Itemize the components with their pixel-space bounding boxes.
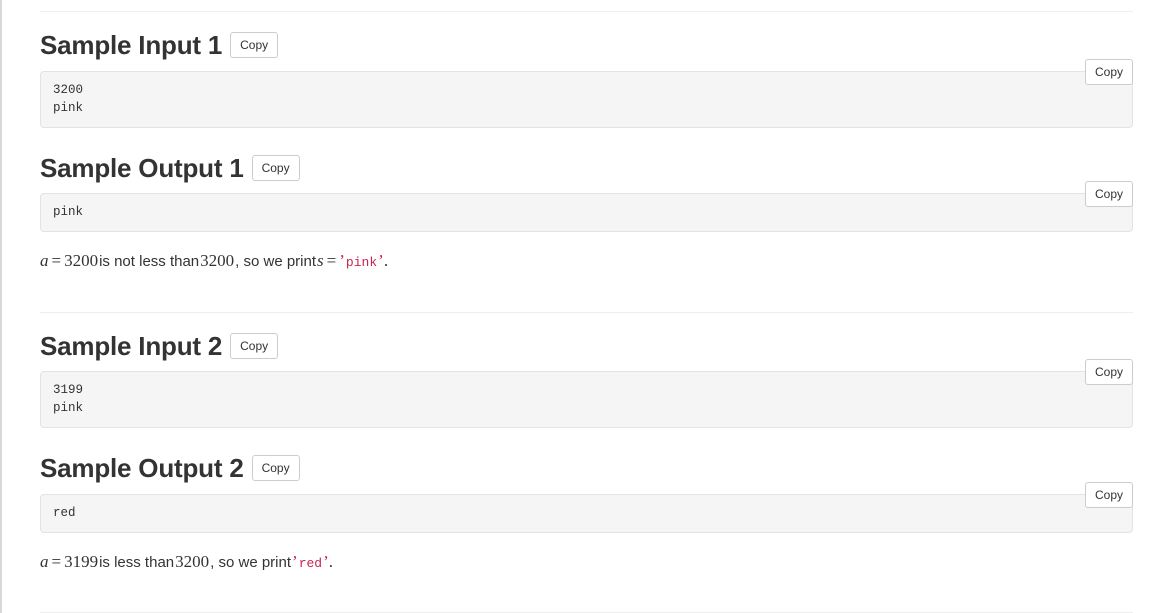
heading-row-sample-output-2: Sample Output 2 Copy — [40, 454, 1133, 483]
quote-open-2: ’ — [292, 551, 298, 571]
code-sample-input-1: 3200 pink — [40, 70, 1133, 128]
explanation-text-tail-1: , so we print — [235, 253, 317, 271]
page-title-sample-output-1: Sample Output 1 — [40, 152, 244, 183]
explanation-sample-output-2: a = 3199is less than3200, so we print’red’… — [40, 533, 1133, 572]
problem-samples-content: Sample Input 1 Copy Copy 3200 pink Sampl… — [40, 0, 1133, 613]
explanation-sample-output-1: a = 3200is not less than3200, so we prints… — [40, 232, 1133, 271]
copy-button-sample-output-2[interactable]: Copy — [251, 455, 300, 482]
math-var-s-1: s — [317, 251, 324, 271]
section-sample-input-2: Sample Input 2 Copy Copy 3199 pink — [40, 313, 1133, 429]
period-2: . — [328, 551, 334, 571]
section-sample-input-1: Sample Input 1 Copy Copy 3200 pink — [40, 12, 1133, 128]
code-block-wrap-sample-output-2: Copy red — [40, 481, 1133, 533]
heading-row-sample-output-1: Sample Output 1 Copy — [40, 152, 1133, 183]
math-value-a-2: 3199 — [64, 551, 99, 571]
section-sample-output-2: Sample Output 2 Copy Copy red a = 3199is l… — [40, 428, 1133, 572]
code-literal-2: red — [298, 555, 323, 571]
math-equals-2: = — [51, 551, 62, 571]
code-block-wrap-sample-output-1: Copy pink — [40, 181, 1133, 233]
code-block-wrap-sample-input-2: Copy 3199 pink — [40, 359, 1133, 429]
math-threshold-2: 3200 — [175, 551, 210, 571]
heading-row-sample-input-2: Sample Input 2 Copy — [40, 330, 1133, 361]
code-block-wrap-sample-input-1: Copy 3200 pink — [40, 58, 1133, 128]
math-var-a-2: a — [40, 551, 49, 571]
code-sample-input-2: 3199 pink — [40, 371, 1133, 429]
copy-button-code-sample-input-2[interactable]: Copy — [1084, 359, 1133, 386]
copy-button-sample-input-1[interactable]: Copy — [230, 32, 279, 59]
math-equals2-1: = — [326, 251, 337, 271]
math-value-a-1: 3200 — [64, 251, 99, 271]
copy-button-sample-input-2[interactable]: Copy — [230, 332, 279, 359]
explanation-text-tail-2: , so we print — [210, 553, 292, 571]
period-1: . — [383, 251, 389, 271]
heading-row-sample-input-1: Sample Input 1 Copy — [40, 31, 1133, 60]
page-title-sample-output-2: Sample Output 2 — [40, 453, 244, 484]
explanation-text-mid-2: is less than — [99, 553, 175, 571]
code-sample-output-2: red — [40, 493, 1133, 533]
math-threshold-1: 3200 — [200, 251, 235, 271]
copy-button-code-sample-output-2[interactable]: Copy — [1084, 481, 1133, 508]
code-literal-1: pink — [345, 255, 378, 271]
section-sample-output-1: Sample Output 1 Copy Copy pink a = 3200is … — [40, 128, 1133, 272]
code-sample-output-1: pink — [40, 193, 1133, 233]
page-title-sample-input-1: Sample Input 1 — [40, 30, 223, 60]
copy-button-code-sample-input-1[interactable]: Copy — [1084, 58, 1133, 85]
page-title-sample-input-2: Sample Input 2 — [40, 330, 223, 361]
math-var-a-1: a — [40, 251, 49, 271]
math-equals-1: = — [51, 251, 62, 271]
explanation-text-mid-1: is not less than — [99, 253, 200, 271]
copy-button-sample-output-1[interactable]: Copy — [251, 154, 300, 181]
copy-button-code-sample-output-1[interactable]: Copy — [1084, 181, 1133, 208]
